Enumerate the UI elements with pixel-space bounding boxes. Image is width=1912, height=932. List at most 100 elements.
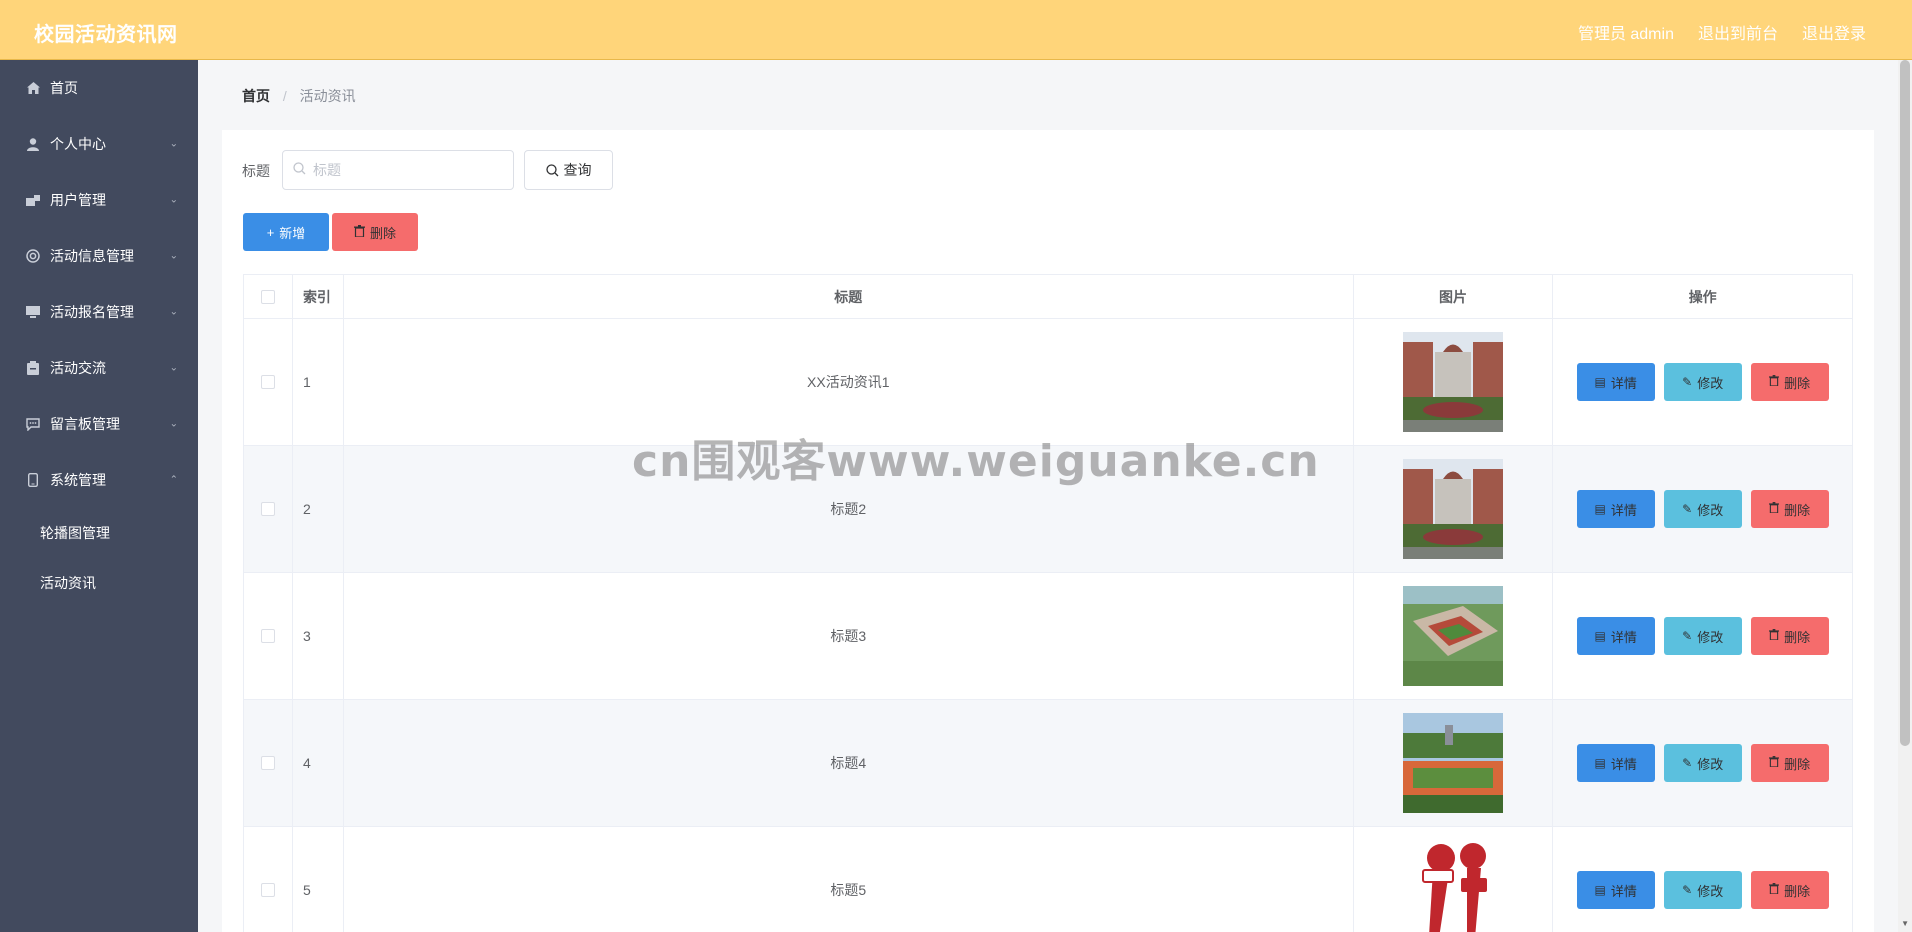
pencil-icon: ✎: [1682, 375, 1693, 389]
chevron-down-icon: ⌄: [169, 418, 178, 430]
sidebar-item-label: 系统管理: [50, 472, 106, 488]
pencil-icon: ✎: [1682, 629, 1693, 643]
sidebar-item-exchange[interactable]: 活动交流 ⌄: [0, 340, 198, 396]
row-checkbox[interactable]: [260, 375, 275, 389]
sidebar-item-system[interactable]: 系统管理 ⌃: [0, 452, 198, 508]
detail-button[interactable]: ▤ 详情: [1576, 744, 1655, 782]
detail-button[interactable]: ▤ 详情: [1576, 363, 1655, 401]
edit-button[interactable]: ✎ 修改: [1663, 363, 1742, 401]
sidebar-item-activity-info[interactable]: 活动信息管理 ⌄: [0, 228, 198, 284]
delete-button[interactable]: 删除: [1750, 871, 1829, 909]
lifebuoy-icon: [24, 249, 42, 263]
batch-delete-label: 删除: [369, 225, 396, 241]
batch-delete-button[interactable]: 删除: [332, 213, 418, 251]
chevron-down-icon: ⌄: [169, 194, 178, 206]
edit-button[interactable]: ✎ 修改: [1663, 490, 1742, 528]
pencil-icon: ✎: [1682, 883, 1693, 897]
sidebar-item-registration[interactable]: 活动报名管理 ⌄: [0, 284, 198, 340]
edit-label: 修改: [1697, 375, 1724, 391]
scroll-down-arrow-icon[interactable]: ▼: [1901, 919, 1909, 928]
sidebar-subitem-carousel[interactable]: 轮播图管理: [0, 508, 198, 558]
table-header: 索引 标题 图片 操作: [244, 275, 1852, 319]
chevron-down-icon: ⌄: [169, 250, 178, 262]
chevron-down-icon: ⌄: [169, 306, 178, 318]
live-microphones-image[interactable]: [1403, 840, 1503, 932]
campus-building-image[interactable]: [1403, 459, 1503, 559]
delete-button[interactable]: 删除: [1750, 617, 1829, 655]
detail-label: 详情: [1610, 375, 1637, 391]
sidebar-item-label: 用户管理: [50, 192, 106, 208]
delete-button[interactable]: 删除: [1750, 490, 1829, 528]
edit-button[interactable]: ✎ 修改: [1663, 617, 1742, 655]
trash-icon: [1769, 375, 1780, 389]
scrollbar-thumb[interactable]: [1900, 60, 1910, 746]
sidebar-item-label: 活动报名管理: [50, 304, 134, 320]
edit-label: 修改: [1697, 629, 1724, 645]
edit-button[interactable]: ✎ 修改: [1663, 871, 1742, 909]
row-checkbox[interactable]: [260, 629, 275, 643]
row-index: 5: [293, 827, 344, 932]
detail-label: 详情: [1610, 502, 1637, 518]
chevron-down-icon: ⌄: [169, 138, 178, 150]
site-title: 校园活动资讯网: [34, 24, 178, 46]
delete-button[interactable]: 删除: [1750, 744, 1829, 782]
logout-link[interactable]: 退出登录: [1802, 20, 1866, 44]
clipboard-icon: [24, 361, 42, 375]
breadcrumb: 首页 / 活动资讯: [242, 86, 356, 106]
document-icon: ▤: [1594, 629, 1606, 643]
search-input[interactable]: [313, 159, 503, 181]
detail-label: 详情: [1610, 883, 1637, 899]
column-header-image: 图片: [1354, 275, 1554, 318]
row-index: 4: [293, 700, 344, 826]
breadcrumb-separator: /: [282, 88, 287, 104]
search-field[interactable]: [282, 150, 514, 190]
sidebar-item-home[interactable]: 首页: [0, 60, 198, 116]
row-checkbox[interactable]: [260, 883, 275, 897]
column-header-title: 标题: [344, 275, 1354, 318]
row-checkbox[interactable]: [260, 502, 275, 516]
edit-button[interactable]: ✎ 修改: [1663, 744, 1742, 782]
search-label: 标题: [242, 163, 270, 179]
home-icon: [24, 82, 42, 94]
trash-icon: [353, 224, 365, 240]
watermark: cn围观客www.weiguanke.cn: [632, 436, 1320, 487]
sidebar-item-profile[interactable]: 个人中心 ⌄: [0, 116, 198, 172]
edit-label: 修改: [1697, 502, 1724, 518]
chevron-up-icon: ⌃: [169, 474, 178, 486]
edit-label: 修改: [1697, 883, 1724, 899]
detail-button[interactable]: ▤ 详情: [1576, 617, 1655, 655]
campus-aerial-image[interactable]: [1403, 586, 1503, 686]
document-icon: ▤: [1594, 883, 1606, 897]
select-all-checkbox[interactable]: [260, 289, 275, 304]
phone-icon: [24, 473, 42, 487]
campus-building-image[interactable]: [1403, 332, 1503, 432]
query-button[interactable]: 查询: [524, 150, 613, 190]
sidebar-item-messages[interactable]: 留言板管理 ⌄: [0, 396, 198, 452]
column-header-ops: 操作: [1688, 288, 1717, 305]
trash-icon: [1769, 756, 1780, 770]
sidebar-item-label: 活动交流: [50, 360, 106, 376]
query-button-label: 查询: [563, 162, 592, 178]
table-row: 4 标题4 ▤ 详情 ✎ 修改 删除: [244, 700, 1852, 827]
detail-button[interactable]: ▤ 详情: [1576, 871, 1655, 909]
table-row: 5 标题5 ▤ 详情 ✎ 修改 删除: [244, 827, 1852, 932]
document-icon: ▤: [1594, 375, 1606, 389]
document-icon: ▤: [1594, 502, 1606, 516]
sports-field-image[interactable]: [1403, 713, 1503, 813]
sidebar-subitem-news[interactable]: 活动资讯: [0, 558, 198, 608]
row-index: 2: [293, 446, 344, 572]
front-link[interactable]: 退出到前台: [1698, 20, 1778, 44]
monitor-icon: [24, 306, 42, 318]
breadcrumb-current: 活动资讯: [299, 88, 356, 104]
sidebar-item-users[interactable]: 用户管理 ⌄: [0, 172, 198, 228]
row-checkbox[interactable]: [260, 756, 275, 770]
add-button[interactable]: + 新增: [243, 213, 329, 251]
user-icon: [24, 137, 42, 151]
sidebar-subitem-label: 轮播图管理: [40, 525, 110, 541]
detail-button[interactable]: ▤ 详情: [1576, 490, 1655, 528]
row-index: 3: [293, 573, 344, 699]
chat-icon: [24, 417, 42, 431]
breadcrumb-home[interactable]: 首页: [242, 88, 270, 104]
delete-button[interactable]: 删除: [1750, 363, 1829, 401]
row-title: 标题3: [344, 573, 1354, 699]
